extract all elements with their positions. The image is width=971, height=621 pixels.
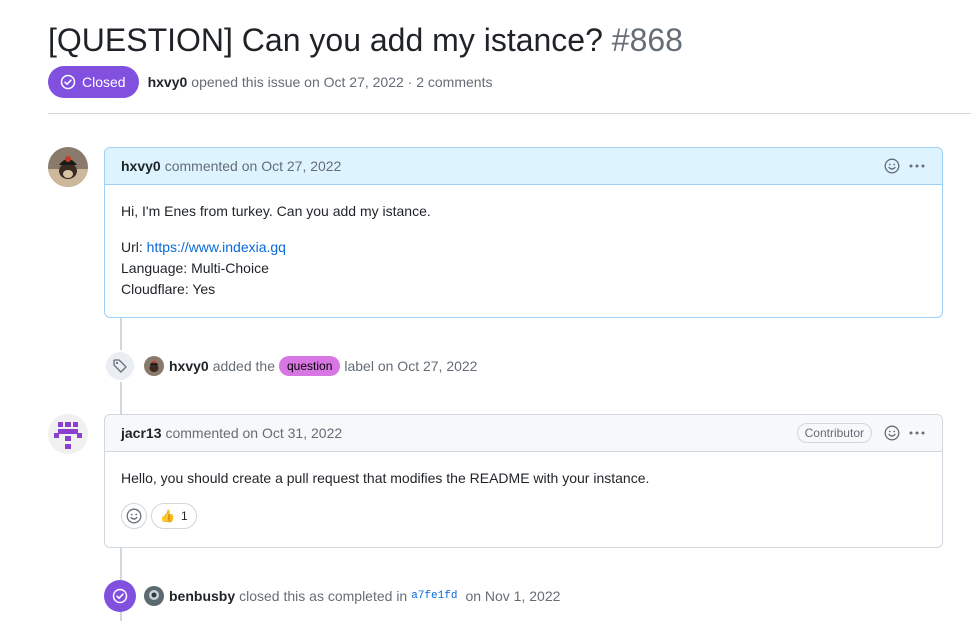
reaction-count: 1: [180, 508, 188, 523]
event-actor[interactable]: benbusby: [169, 588, 235, 604]
comment-cloudflare: Cloudflare: Yes: [121, 281, 216, 297]
smiley-icon: [126, 508, 142, 524]
check-circle-icon: [60, 74, 76, 90]
timeline-line: [120, 380, 122, 414]
question-label[interactable]: question: [279, 356, 341, 376]
comment-author[interactable]: hxvy0: [121, 158, 161, 174]
comment-header: jacr13 commented on Oct 31, 2022 Contrib…: [105, 415, 942, 452]
label-event: hxvy0 added the question label on Oct 27…: [104, 350, 477, 382]
thumbs-up-icon: 👍: [160, 508, 175, 523]
issue-opened-text: opened this issue on Oct 27, 2022 · 2 co…: [191, 74, 493, 90]
check-circle-icon: [112, 588, 128, 604]
thumbs-up-reaction[interactable]: 👍 1: [151, 503, 197, 529]
closed-event: benbusby closed this as completed in a7f…: [104, 580, 560, 612]
comment-meta[interactable]: commented on Oct 27, 2022: [165, 158, 342, 174]
comment-language: Language: Multi-Choice: [121, 260, 269, 276]
add-reaction-button[interactable]: [121, 503, 147, 529]
kebab-icon[interactable]: [908, 158, 926, 174]
avatar[interactable]: [48, 414, 88, 454]
avatar[interactable]: [48, 147, 88, 187]
comment: hxvy0 commented on Oct 27, 2022 Hi, I'm …: [104, 147, 943, 318]
comment-header: hxvy0 commented on Oct 27, 2022: [105, 148, 942, 185]
smiley-icon[interactable]: [884, 425, 900, 441]
kebab-icon[interactable]: [908, 425, 926, 441]
event-text: on Nov 1, 2022: [465, 588, 561, 604]
state-label: Closed: [82, 74, 126, 90]
event-actor[interactable]: hxvy0: [169, 358, 209, 374]
issue-title: [QUESTION] Can you add my istance? #868: [48, 22, 683, 59]
comment-meta[interactable]: commented on Oct 31, 2022: [165, 425, 342, 441]
contributor-badge: Contributor: [796, 423, 872, 443]
avatar[interactable]: [144, 586, 164, 606]
comment: jacr13 commented on Oct 31, 2022 Contrib…: [104, 414, 943, 548]
comment-text: Hi, I'm Enes from turkey. Can you add my…: [121, 203, 431, 219]
issue-author[interactable]: hxvy0: [148, 74, 188, 90]
avatar[interactable]: [144, 356, 164, 376]
event-text: closed this as completed in: [239, 588, 408, 604]
tag-icon: [113, 359, 127, 373]
instance-link[interactable]: https://www.indexia.gq: [147, 239, 286, 255]
issue-number: #868: [611, 22, 683, 58]
comment-author[interactable]: jacr13: [121, 425, 161, 441]
event-icon: [104, 350, 136, 382]
commit-link[interactable]: a7fe1fd: [411, 590, 457, 602]
issue-title-text: [QUESTION] Can you add my istance?: [48, 22, 603, 58]
event-text: added the: [212, 358, 275, 374]
smiley-icon[interactable]: [884, 158, 900, 174]
url-label: Url:: [121, 239, 143, 255]
event-icon: [104, 580, 136, 612]
timeline-line: [120, 318, 122, 350]
event-text: label on Oct 27, 2022: [344, 358, 478, 374]
comment-body: Hi, I'm Enes from turkey. Can you add my…: [105, 185, 942, 316]
comment-url-line: Url: https://www.indexia.gq: [121, 237, 926, 258]
state-badge: Closed: [48, 66, 139, 98]
comment-body: Hello, you should create a pull request …: [105, 452, 942, 545]
comment-text: Hello, you should create a pull request …: [121, 470, 650, 486]
header-divider: [48, 113, 971, 114]
reactions: 👍 1: [121, 503, 926, 529]
issue-meta: Closed hxvy0 opened this issue on Oct 27…: [48, 66, 492, 98]
timeline-line: [120, 548, 122, 580]
